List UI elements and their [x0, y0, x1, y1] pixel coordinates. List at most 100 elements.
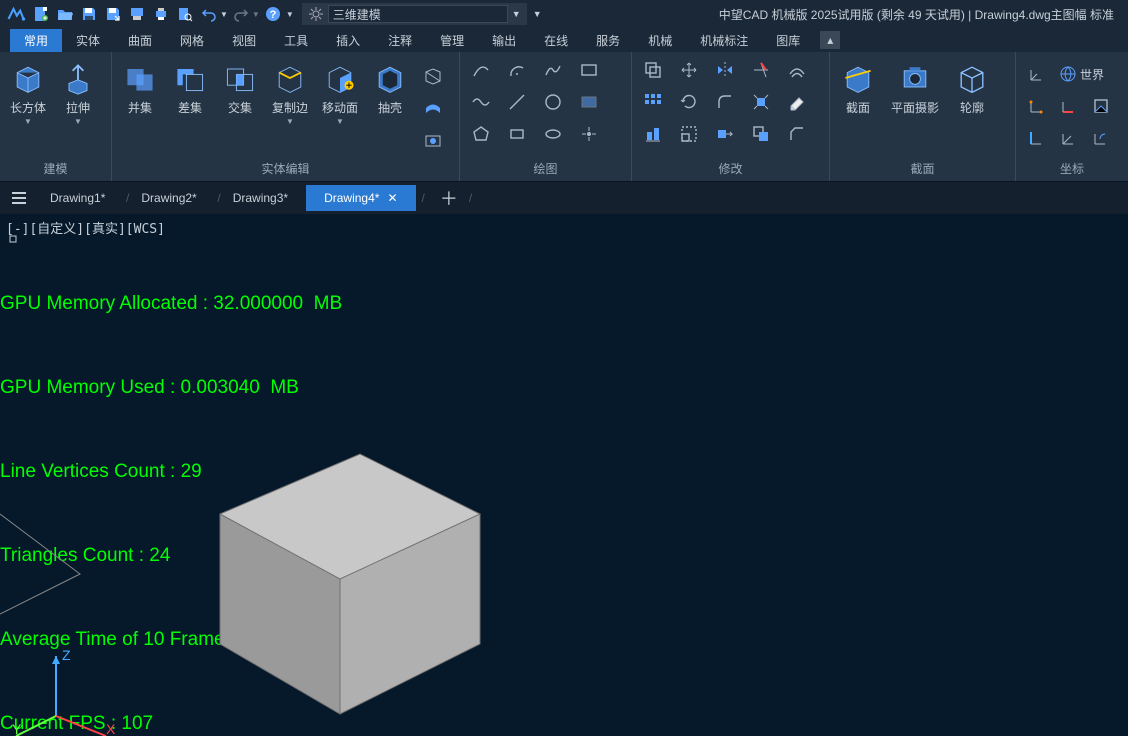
- tab-mesh[interactable]: 网格: [166, 29, 218, 52]
- copy-icon[interactable]: [746, 120, 776, 148]
- copyedge-button[interactable]: 复制边 ▼: [268, 56, 312, 126]
- tab-surface[interactable]: 曲面: [114, 29, 166, 52]
- panel-coord-label: 坐标: [1016, 158, 1128, 181]
- tab-output[interactable]: 输出: [478, 29, 530, 52]
- scale-icon[interactable]: [674, 120, 704, 148]
- panel-modify-label: 修改: [632, 158, 829, 181]
- doctab-4[interactable]: Drawing4* ✕: [306, 185, 415, 211]
- chamfer-icon[interactable]: [782, 120, 812, 148]
- qat-undo-icon[interactable]: [198, 3, 220, 25]
- offset2-icon[interactable]: [782, 56, 812, 84]
- tab-mech[interactable]: 机械: [634, 29, 686, 52]
- circle-icon[interactable]: [538, 88, 568, 116]
- mirror-icon[interactable]: [710, 56, 740, 84]
- slice-icon[interactable]: [418, 62, 448, 90]
- ucs-z-icon[interactable]: [1022, 124, 1052, 152]
- new-tab-button[interactable]: ＋: [435, 184, 463, 212]
- solid-box-model[interactable]: [80, 394, 500, 734]
- flatshot-button[interactable]: 平面摄影: [886, 56, 944, 116]
- qat-more-dropdown[interactable]: ▼: [533, 9, 542, 19]
- tab-library[interactable]: 图库: [762, 29, 814, 52]
- undo-dropdown[interactable]: ▼: [220, 10, 228, 19]
- qat-print-icon[interactable]: [150, 3, 172, 25]
- region-icon[interactable]: [574, 88, 604, 116]
- shell-label: 抽壳: [378, 99, 402, 116]
- workspace-selector[interactable]: ▼: [302, 3, 527, 25]
- redo-dropdown[interactable]: ▼: [252, 10, 260, 19]
- qat-preview-icon[interactable]: [174, 3, 196, 25]
- pentagon-icon[interactable]: [466, 120, 496, 148]
- rect-icon[interactable]: [574, 56, 604, 84]
- workspace-input[interactable]: [328, 5, 508, 23]
- tab-annotate[interactable]: 注释: [374, 29, 426, 52]
- shell-button[interactable]: 抽壳: [368, 56, 412, 116]
- imprint-icon[interactable]: [418, 126, 448, 154]
- thicken-icon[interactable]: [418, 94, 448, 122]
- arc-icon[interactable]: [502, 56, 532, 84]
- subtract-button[interactable]: 差集: [168, 56, 212, 116]
- doctab-1[interactable]: Drawing1*/: [32, 185, 123, 211]
- tab-mechdim[interactable]: 机械标注: [686, 29, 762, 52]
- tab-solid[interactable]: 实体: [62, 29, 114, 52]
- erase-icon[interactable]: [782, 88, 812, 116]
- union-button[interactable]: 并集: [118, 56, 162, 116]
- doctab-2[interactable]: Drawing2*/: [123, 185, 214, 211]
- ucs-x-icon[interactable]: [1054, 92, 1084, 120]
- close-tab-icon[interactable]: ✕: [387, 191, 397, 205]
- qat-help-icon[interactable]: ?: [262, 3, 284, 25]
- ribbon-collapse-icon[interactable]: ▴: [820, 31, 840, 49]
- qat-open-icon[interactable]: [54, 3, 76, 25]
- doclist-menu-icon[interactable]: [6, 185, 32, 211]
- qat-save-icon[interactable]: [78, 3, 100, 25]
- help-dropdown[interactable]: ▼: [286, 10, 294, 19]
- array-icon[interactable]: [638, 88, 668, 116]
- point-icon[interactable]: [574, 120, 604, 148]
- offset-icon[interactable]: [638, 56, 668, 84]
- tab-tools[interactable]: 工具: [270, 29, 322, 52]
- ellipse-icon[interactable]: [538, 120, 568, 148]
- panel-modeling-label: 建模: [0, 158, 111, 181]
- ribbon-tabs: 常用 实体 曲面 网格 视图 工具 插入 注释 管理 输出 在线 服务 机械 机…: [0, 28, 1128, 52]
- stretch-icon[interactable]: [710, 120, 740, 148]
- ucs-prev-icon[interactable]: [1086, 124, 1116, 152]
- doctab-3[interactable]: Drawing3*/: [215, 185, 306, 211]
- section-button[interactable]: 截面: [836, 56, 880, 116]
- tab-manage[interactable]: 管理: [426, 29, 478, 52]
- fillet-icon[interactable]: [710, 88, 740, 116]
- moveface-button[interactable]: 移动面 ▼: [318, 56, 362, 126]
- qat-new-icon[interactable]: [30, 3, 52, 25]
- trim-icon[interactable]: [746, 56, 776, 84]
- qat-plot-icon[interactable]: [126, 3, 148, 25]
- qat-redo-icon[interactable]: [230, 3, 252, 25]
- ucs-3p-icon[interactable]: [1022, 92, 1052, 120]
- tab-common[interactable]: 常用: [10, 29, 62, 52]
- explode-icon[interactable]: [746, 88, 776, 116]
- outline-button[interactable]: 轮廓: [950, 56, 994, 116]
- extrude-button[interactable]: 拉伸 ▼: [56, 56, 100, 126]
- rotate-icon[interactable]: [674, 88, 704, 116]
- viewport[interactable]: [-][自定义][真实][WCS] GPU Memory Allocated :…: [0, 214, 1128, 736]
- spline-icon[interactable]: [538, 56, 568, 84]
- ucs-icon[interactable]: [1022, 60, 1052, 88]
- title-bar: ▼ ▼ ? ▼ ▼ ▼ 中望CAD 机械版 2025试用版 (剩余 49 天试用…: [0, 0, 1128, 28]
- tab-service[interactable]: 服务: [582, 29, 634, 52]
- align-icon[interactable]: [638, 120, 668, 148]
- qat-saveas-icon[interactable]: [102, 3, 124, 25]
- line-icon[interactable]: [502, 88, 532, 116]
- arc3p-icon[interactable]: [466, 56, 496, 84]
- panel-coord: 世界 坐标: [1016, 52, 1128, 181]
- rect2-icon[interactable]: [502, 120, 532, 148]
- panel-solidedit-label: 实体编辑: [112, 158, 459, 181]
- ribbon: 长方体 ▼ 拉伸 ▼ 建模 并集 差集 交集: [0, 52, 1128, 182]
- window-title: 中望CAD 机械版 2025试用版 (剩余 49 天试用) | Drawing4…: [719, 6, 1114, 23]
- world-button[interactable]: 世界: [1054, 60, 1108, 88]
- tab-online[interactable]: 在线: [530, 29, 582, 52]
- tab-insert[interactable]: 插入: [322, 29, 374, 52]
- move-icon[interactable]: [674, 56, 704, 84]
- intersect-button[interactable]: 交集: [218, 56, 262, 116]
- ucs-obj-icon[interactable]: [1054, 124, 1084, 152]
- wave-icon[interactable]: [466, 88, 496, 116]
- ucs-view-icon[interactable]: [1086, 92, 1116, 120]
- tab-view[interactable]: 视图: [218, 29, 270, 52]
- box-button[interactable]: 长方体 ▼: [6, 56, 50, 126]
